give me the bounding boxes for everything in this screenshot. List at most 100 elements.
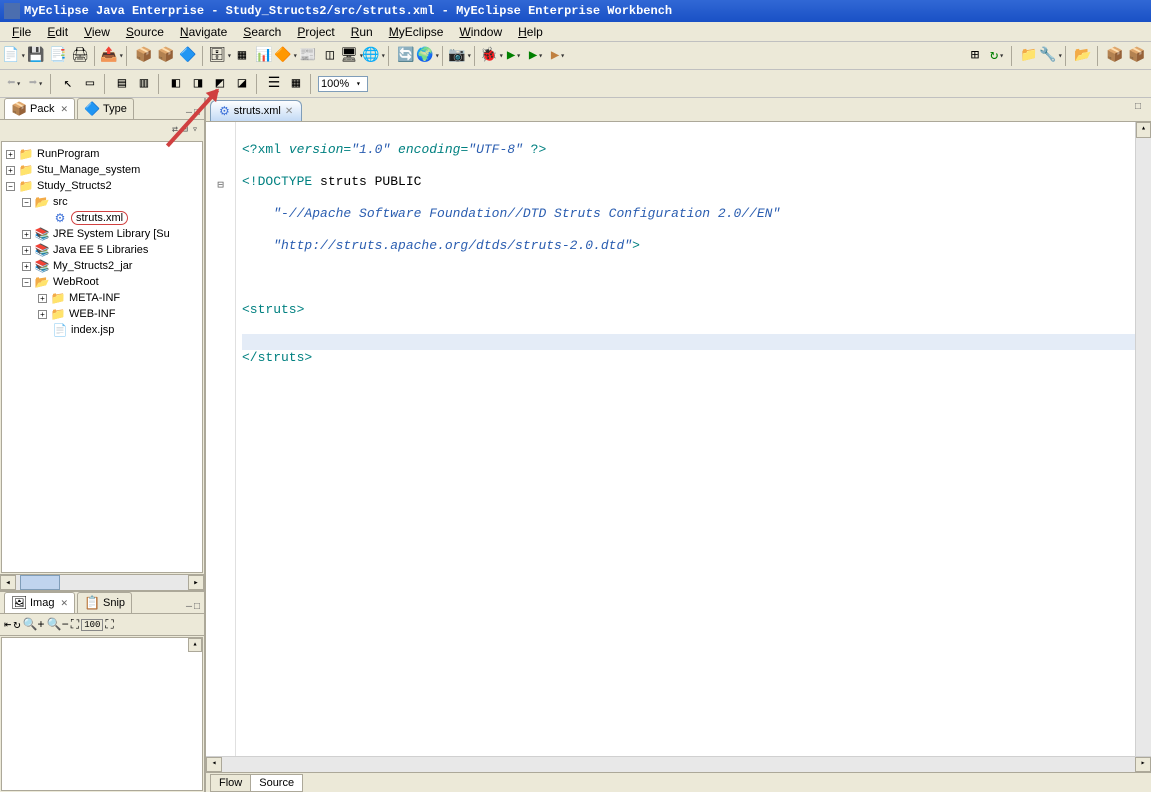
- zoom-out-icon[interactable]: 🔍−: [47, 617, 69, 632]
- tree-item[interactable]: −📂WebRoot: [2, 274, 202, 290]
- new-button[interactable]: 📄: [4, 46, 24, 66]
- scroll-up-icon[interactable]: ▴: [1136, 122, 1151, 138]
- grid-icon[interactable]: ▦: [232, 46, 252, 66]
- editor-h-scrollbar[interactable]: ◂ ▸: [206, 756, 1151, 772]
- vertical-scrollbar[interactable]: ▴: [1135, 122, 1151, 756]
- maximize-icon[interactable]: □: [1135, 102, 1141, 113]
- zoom-in-icon[interactable]: 🔍+: [22, 617, 44, 632]
- editor-gutter[interactable]: ⊟: [206, 122, 236, 756]
- run-last-button[interactable]: ▶: [548, 46, 568, 66]
- squares-icon[interactable]: ◫: [320, 46, 340, 66]
- expand-icon[interactable]: +: [22, 246, 31, 255]
- horizontal-scrollbar[interactable]: ◂ ▸: [0, 574, 204, 590]
- icon-e[interactable]: ◩: [210, 74, 230, 94]
- earth-icon[interactable]: 🌐: [364, 46, 384, 66]
- menu-window[interactable]: Window: [451, 23, 510, 41]
- box2-icon[interactable]: 📦: [1127, 46, 1147, 66]
- perspective-icon[interactable]: ⊞: [965, 46, 985, 66]
- tab-flow[interactable]: Flow: [210, 774, 251, 792]
- code-content[interactable]: <?xml version="1.0" encoding="UTF-8" ?> …: [236, 122, 1151, 756]
- expand-icon[interactable]: −: [22, 198, 31, 207]
- back-button[interactable]: ⬅: [4, 74, 24, 94]
- minimize-icon[interactable]: —: [186, 108, 192, 119]
- expand-icon[interactable]: +: [38, 294, 47, 303]
- pkg1-icon[interactable]: 📦: [134, 46, 154, 66]
- wand-icon[interactable]: 🔧: [1041, 46, 1061, 66]
- tree-item[interactable]: +📚JRE System Library [Su: [2, 226, 202, 242]
- scroll-right-icon[interactable]: ▸: [188, 575, 204, 590]
- menu-file[interactable]: File: [4, 23, 39, 41]
- icon-d[interactable]: ◨: [188, 74, 208, 94]
- menu-project[interactable]: Project: [289, 23, 342, 41]
- expand-icon[interactable]: −: [22, 278, 31, 287]
- run-ext-button[interactable]: ▶: [526, 46, 546, 66]
- server-icon[interactable]: 🖥: [342, 46, 362, 66]
- package-tree[interactable]: +📁RunProgram+📁Stu_Manage_system−📁Study_S…: [1, 141, 203, 573]
- tree-item[interactable]: 📄index.jsp: [2, 322, 202, 338]
- box1-icon[interactable]: 📦: [1105, 46, 1125, 66]
- page-icon[interactable]: 📰: [298, 46, 318, 66]
- folder2-icon[interactable]: 📂: [1073, 46, 1093, 66]
- refresh-icon[interactable]: ↻: [13, 617, 20, 632]
- tab-source[interactable]: Source: [250, 774, 303, 792]
- tree-item[interactable]: ⚙struts.xml: [2, 210, 202, 226]
- tree-item[interactable]: −📁Study_Structs2: [2, 178, 202, 194]
- maximize-icon[interactable]: □: [194, 602, 200, 613]
- code-editor[interactable]: ⊟ <?xml version="1.0" encoding="UTF-8" ?…: [206, 122, 1151, 756]
- tree-item[interactable]: −📂src: [2, 194, 202, 210]
- tree-item[interactable]: +📁RunProgram: [2, 146, 202, 162]
- tree-item[interactable]: +📁META-INF: [2, 290, 202, 306]
- sync-icon[interactable]: ↻: [987, 46, 1007, 66]
- menu-source[interactable]: Source: [118, 23, 172, 41]
- tab-package-explorer[interactable]: 📦 Pack ✕: [4, 98, 75, 119]
- deploy-button[interactable]: 📤: [102, 46, 122, 66]
- home-icon[interactable]: ⇤: [4, 617, 11, 632]
- close-icon[interactable]: ✕: [60, 598, 68, 609]
- debug-button[interactable]: 🐞: [482, 46, 502, 66]
- menu-navigate[interactable]: Navigate: [172, 23, 235, 41]
- print-button[interactable]: 🖨: [70, 46, 90, 66]
- pkg2-icon[interactable]: 📦: [156, 46, 176, 66]
- pkg3-icon[interactable]: 🔷: [178, 46, 198, 66]
- camera-icon[interactable]: 📷: [450, 46, 470, 66]
- actual-size-icon[interactable]: 100: [81, 619, 103, 631]
- rect-icon[interactable]: ▭: [80, 74, 100, 94]
- forward-button[interactable]: ➡: [26, 74, 46, 94]
- close-icon[interactable]: ✕: [285, 106, 293, 117]
- menu-view[interactable]: View: [76, 23, 118, 41]
- scroll-right-icon[interactable]: ▸: [1135, 757, 1151, 772]
- db-icon[interactable]: 🗄: [210, 46, 230, 66]
- save-button[interactable]: 💾: [26, 46, 46, 66]
- cursor-icon[interactable]: ↖: [58, 74, 78, 94]
- expand-icon[interactable]: +: [22, 262, 31, 271]
- icon-h[interactable]: ▦: [286, 74, 306, 94]
- tree-item[interactable]: +📚Java EE 5 Libraries: [2, 242, 202, 258]
- close-icon[interactable]: ✕: [60, 104, 68, 115]
- scroll-left-icon[interactable]: ◂: [0, 575, 16, 590]
- expand-icon[interactable]: +: [38, 310, 47, 319]
- icon-c[interactable]: ◧: [166, 74, 186, 94]
- folder1-icon[interactable]: 📁: [1019, 46, 1039, 66]
- menu-run[interactable]: Run: [343, 23, 381, 41]
- zoom-fit-icon[interactable]: ⛶: [71, 618, 79, 632]
- menu-help[interactable]: Help: [510, 23, 551, 41]
- save-all-button[interactable]: 📑: [48, 46, 68, 66]
- expand-icon[interactable]: +: [6, 150, 15, 159]
- tree-item[interactable]: +📁Stu_Manage_system: [2, 162, 202, 178]
- world-icon[interactable]: 🌍: [418, 46, 438, 66]
- scroll-up-icon[interactable]: ▴: [188, 638, 202, 652]
- collapse-icon[interactable]: ⇄: [172, 124, 178, 136]
- struts-icon[interactable]: 🔶: [276, 46, 296, 66]
- icon-f[interactable]: ◪: [232, 74, 252, 94]
- icon-b[interactable]: ▥: [134, 74, 154, 94]
- expand-icon[interactable]: −: [6, 182, 15, 191]
- icon-a[interactable]: ▤: [112, 74, 132, 94]
- tab-snippets[interactable]: 📋 Snip: [77, 592, 132, 613]
- run-button[interactable]: ▶: [504, 46, 524, 66]
- fullscreen-icon[interactable]: ⛶: [105, 618, 113, 632]
- link-icon[interactable]: ⊟: [182, 124, 188, 136]
- maximize-icon[interactable]: □: [194, 108, 200, 119]
- editor-tab-struts[interactable]: ⚙ struts.xml ✕: [210, 100, 302, 121]
- chart-icon[interactable]: 📊: [254, 46, 274, 66]
- tab-image[interactable]: 🖼 Imag ✕: [4, 592, 75, 613]
